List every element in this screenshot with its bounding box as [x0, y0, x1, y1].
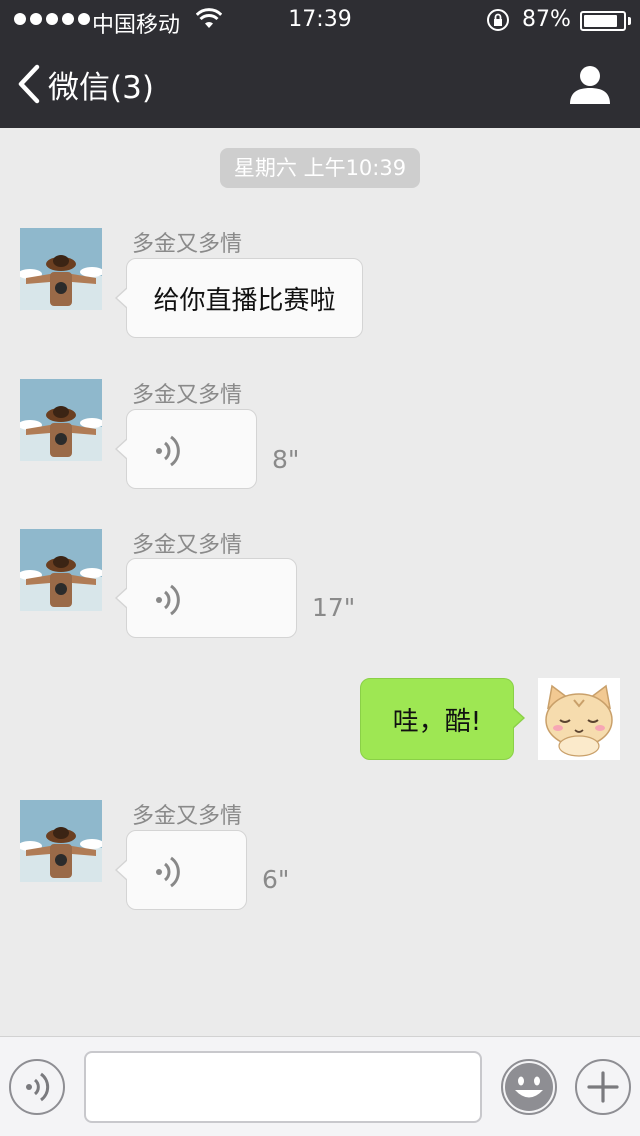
- contact-avatar-image: [20, 800, 102, 882]
- battery-cap: [628, 17, 631, 25]
- battery-level: [584, 15, 617, 27]
- message-bubble[interactable]: 给你直播比赛啦: [115, 258, 363, 338]
- avatar[interactable]: [20, 379, 102, 461]
- emoji-icon: [505, 1063, 553, 1111]
- voice-toggle-icon: [26, 1072, 50, 1102]
- person-icon[interactable]: [568, 64, 612, 106]
- back-label: 微信(3): [48, 69, 154, 106]
- sender-name: 多金又多情: [132, 533, 243, 558]
- input-bar: [0, 1036, 640, 1136]
- plus-icon: [587, 1071, 619, 1103]
- avatar[interactable]: [20, 800, 102, 882]
- chevron-left-icon: [18, 64, 40, 104]
- outgoing-message-bubble[interactable]: 哇，酷!: [360, 678, 525, 760]
- my-avatar[interactable]: [538, 678, 620, 760]
- status-bar: 中国移动 17:39 87%: [0, 0, 640, 40]
- sender-name: 多金又多情: [132, 383, 243, 408]
- chat-area[interactable]: 星期六 上午10:39 多金又多情 给你直播比赛啦 多金又多情 8" 多金又多情…: [0, 128, 640, 1036]
- contact-avatar-image: [20, 228, 102, 310]
- sender-name: 多金又多情: [132, 232, 243, 257]
- voice-message-bubble[interactable]: [115, 409, 257, 489]
- voice-wave-icon: [156, 435, 180, 467]
- avatar[interactable]: [20, 228, 102, 310]
- rotation-lock-icon: [487, 9, 509, 31]
- voice-duration: 17": [312, 593, 356, 622]
- avatar[interactable]: [20, 529, 102, 611]
- plus-button[interactable]: [575, 1059, 631, 1115]
- battery-percent: 87%: [522, 7, 571, 32]
- sender-name: 多金又多情: [132, 804, 243, 829]
- emoji-button[interactable]: [501, 1059, 557, 1115]
- voice-duration: 6": [262, 865, 290, 894]
- voice-toggle-button[interactable]: [9, 1059, 65, 1115]
- back-button[interactable]: 微信(3): [16, 62, 154, 106]
- voice-wave-icon: [156, 856, 180, 888]
- timestamp-pill: 星期六 上午10:39: [220, 148, 420, 188]
- voice-message-bubble[interactable]: [115, 830, 247, 910]
- battery-icon: [580, 11, 626, 31]
- voice-duration: 8": [272, 445, 300, 474]
- cat-avatar-image: [538, 678, 620, 760]
- voice-wave-icon: [156, 584, 180, 616]
- message-input[interactable]: [84, 1051, 482, 1123]
- contact-avatar-image: [20, 379, 102, 461]
- message-text: 给你直播比赛啦: [153, 285, 336, 316]
- contact-avatar-image: [20, 529, 102, 611]
- message-text: 哇，酷!: [392, 706, 482, 737]
- header: 中国移动 17:39 87% 微信(3): [0, 0, 640, 128]
- voice-message-bubble[interactable]: [115, 558, 297, 638]
